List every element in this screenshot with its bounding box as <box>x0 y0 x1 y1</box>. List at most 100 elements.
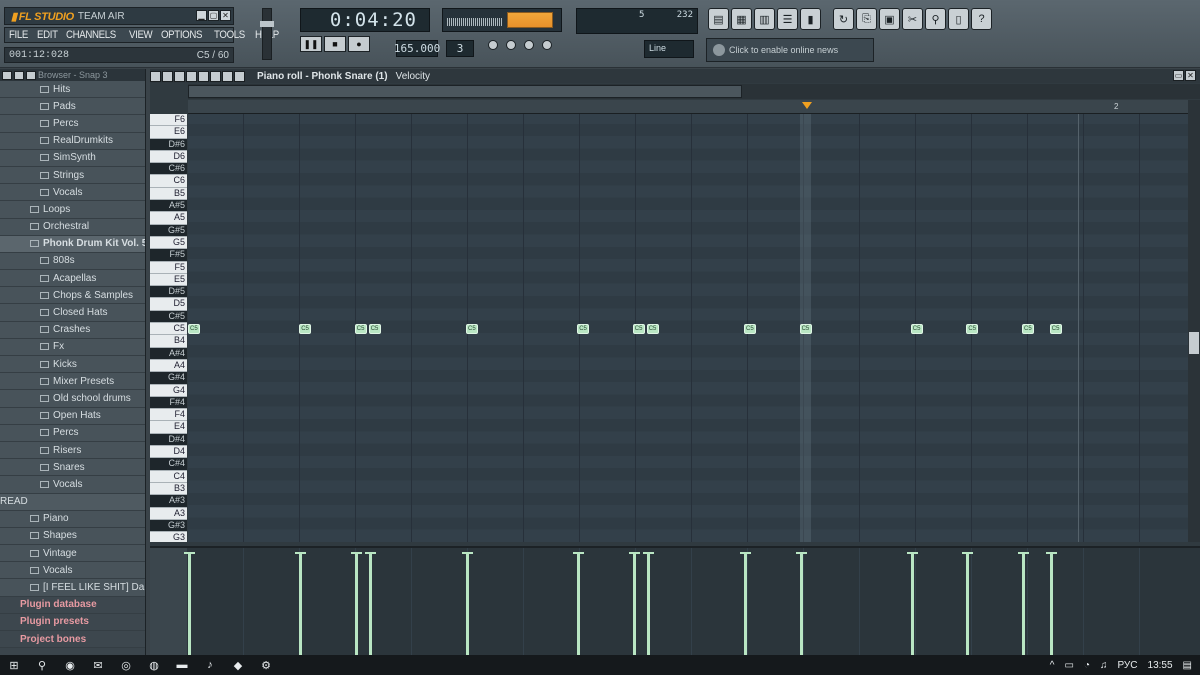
note[interactable]: C5 <box>1049 324 1062 335</box>
browser-item[interactable]: Old school drums <box>0 390 145 408</box>
piano-key[interactable]: C6 <box>150 175 187 188</box>
vertical-scrollbar[interactable] <box>1188 100 1200 542</box>
browser-item[interactable]: Vocals <box>0 476 145 494</box>
note[interactable]: C5 <box>632 324 645 335</box>
piano-roll-icon[interactable]: ▥ <box>754 8 775 30</box>
browser-item[interactable]: Plugin presets <box>0 613 145 631</box>
close-icon[interactable]: ✕ <box>1185 70 1196 81</box>
browser-item[interactable]: Closed Hats <box>0 304 145 322</box>
maximize-icon[interactable]: ▢ <box>208 10 219 21</box>
horizontal-scrollbar[interactable] <box>188 84 1200 99</box>
fl-studio-icon[interactable]: ♪ <box>196 655 224 675</box>
velocity-bar[interactable] <box>906 552 918 657</box>
browser-item[interactable]: [I FEEL LIKE SHIT] Da... <box>0 579 145 597</box>
browser-item[interactable]: Strings <box>0 166 145 185</box>
browser-item[interactable]: Phonk Drum Kit Vol. 5 <box>0 235 145 253</box>
slice-tool-icon[interactable] <box>198 70 209 82</box>
note[interactable]: C5 <box>299 324 312 335</box>
blend-toggle[interactable] <box>542 40 552 50</box>
browser-item[interactable]: Loops <box>0 201 145 219</box>
browser-item[interactable]: 808s <box>0 252 145 271</box>
menu-file[interactable]: FILE <box>9 29 28 41</box>
delete-tool-icon[interactable] <box>174 70 185 82</box>
search-icon[interactable]: ⚲ <box>925 8 946 30</box>
menu-edit[interactable]: EDIT <box>37 29 58 41</box>
tray-expand-icon[interactable]: ^ <box>1050 660 1055 671</box>
browser-item[interactable]: Acapellas <box>0 270 145 288</box>
step-sequencer-icon[interactable]: ▦ <box>731 8 752 30</box>
browser-item[interactable]: READ <box>0 493 145 511</box>
browser-item[interactable]: Mixer Presets <box>0 373 145 391</box>
search-icon[interactable]: ⚲ <box>28 655 56 675</box>
velocity-bar[interactable] <box>462 552 473 657</box>
browser-app-icon[interactable]: ◉ <box>56 655 84 675</box>
note[interactable]: C5 <box>354 324 367 335</box>
note[interactable]: C5 <box>646 324 659 335</box>
piano-key[interactable]: F5 <box>150 261 187 274</box>
browser-item[interactable]: Kicks <box>0 356 145 374</box>
minimize-icon[interactable]: ▁ <box>196 10 207 21</box>
clock[interactable]: 13:55 <box>1148 660 1173 671</box>
note[interactable]: C5 <box>799 324 812 335</box>
pin-icon[interactable]: ◆ <box>224 655 252 675</box>
snap-selector[interactable]: Line <box>644 40 694 58</box>
browser-icon[interactable]: ☰ <box>777 8 798 30</box>
piano-key[interactable]: E4 <box>150 421 187 434</box>
step-edit-toggle[interactable] <box>506 40 516 50</box>
network-icon[interactable]: ◔ <box>1084 660 1090 671</box>
note[interactable]: C5 <box>744 324 756 335</box>
pattern-display[interactable]: 3 <box>446 40 474 57</box>
piano-key[interactable]: C#6 <box>150 163 187 176</box>
browser-item[interactable]: Crashes <box>0 321 145 339</box>
piano-key[interactable]: A4 <box>150 359 187 373</box>
online-news-panel[interactable]: Click to enable online news <box>706 38 874 62</box>
piano-key[interactable]: A5 <box>150 212 187 225</box>
vertical-scrollbar-thumb[interactable] <box>1189 332 1199 354</box>
document-icon[interactable]: ▯ <box>948 8 969 30</box>
browser-item[interactable]: Piano <box>0 510 145 528</box>
menu-view[interactable]: VIEW <box>129 29 153 41</box>
browser-item[interactable]: Vintage <box>0 545 145 563</box>
browser-item[interactable]: Fx <box>0 338 145 356</box>
target-control-selector[interactable]: Velocity <box>396 71 430 82</box>
stop-button[interactable]: ■ <box>324 36 346 52</box>
piano-key[interactable]: G#3 <box>150 519 187 533</box>
piano-keyboard[interactable]: F6 E6 D#6 D6 C#6 C6 B5 A#5 A5 G#5 G5 F#5 F5 E5 D#5 D5 C#… <box>150 114 187 542</box>
loop-record-toggle[interactable] <box>524 40 534 50</box>
piano-key[interactable]: B5 <box>150 187 187 201</box>
mixer-icon[interactable]: ▮ <box>800 8 821 30</box>
note-grid[interactable]: C5 C5 C5 C5 C5 C5 C5 C5 C5 C5 C5 C5 C5 C5 <box>188 114 1188 542</box>
piano-key[interactable]: D#5 <box>150 286 187 299</box>
piano-key[interactable]: C5 <box>150 323 187 336</box>
browser-item[interactable]: Hits <box>0 81 145 99</box>
browser-item[interactable]: Risers <box>0 441 145 460</box>
settings-icon[interactable]: ⚙ <box>252 655 280 675</box>
piano-key[interactable]: B4 <box>150 335 187 348</box>
pause-button[interactable]: ❚❚ <box>300 36 322 52</box>
velocity-bar[interactable] <box>1045 552 1057 657</box>
piano-key[interactable]: D4 <box>150 446 187 459</box>
piano-key[interactable]: F4 <box>150 409 187 422</box>
tools-icon[interactable]: ✂ <box>902 8 923 30</box>
zoom-tool-icon[interactable] <box>222 70 233 82</box>
piano-key[interactable]: B3 <box>150 482 187 496</box>
piano-key[interactable]: A#4 <box>150 347 187 360</box>
piano-key[interactable]: C4 <box>150 470 187 483</box>
piano-key[interactable]: A#3 <box>150 495 187 508</box>
piano-key[interactable]: E6 <box>150 126 187 139</box>
velocity-bar[interactable] <box>184 552 195 657</box>
velocity-bar[interactable] <box>795 552 807 657</box>
scrollbar-thumb[interactable] <box>188 85 742 98</box>
browser-item[interactable]: Snares <box>0 459 145 477</box>
velocity-bar[interactable] <box>295 552 307 657</box>
time-display[interactable]: 0:04:20 <box>300 8 430 32</box>
piano-key[interactable]: D6 <box>150 150 187 164</box>
piano-key[interactable]: C#4 <box>150 458 187 471</box>
mail-icon[interactable]: ✉ <box>84 655 112 675</box>
piano-key[interactable]: A#5 <box>150 200 187 213</box>
piano-key[interactable]: E5 <box>150 273 187 287</box>
note[interactable]: C5 <box>188 324 200 335</box>
velocity-bar[interactable] <box>1018 552 1029 657</box>
export-icon[interactable]: ⎘ <box>856 8 877 30</box>
browser-item[interactable]: Project bones <box>0 631 145 649</box>
